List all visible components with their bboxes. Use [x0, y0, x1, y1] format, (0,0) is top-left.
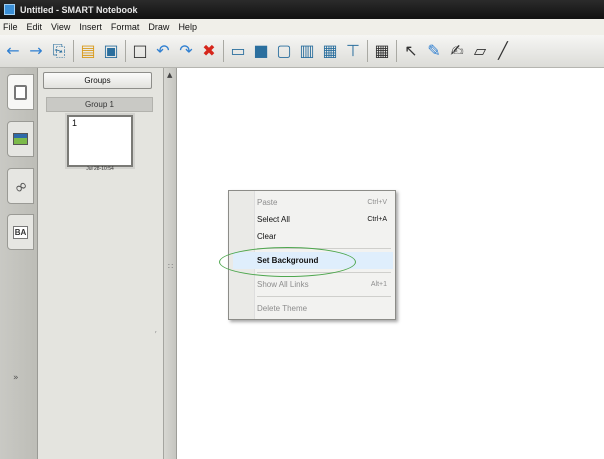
delete-icon[interactable]: ✖: [199, 40, 219, 62]
menu-format[interactable]: Format: [111, 22, 140, 32]
page-add-icon[interactable]: ⎘: [49, 40, 69, 62]
menu-item-label: Clear: [257, 232, 277, 241]
menu-separator: [257, 296, 391, 297]
groups-button[interactable]: Groups: [43, 72, 152, 89]
paperclip-icon: ∞: [9, 174, 32, 198]
open-folder-icon[interactable]: ▤: [78, 40, 98, 62]
menu-file[interactable]: File: [3, 22, 18, 32]
menu-item-paste[interactable]: Paste Ctrl+V: [257, 194, 393, 211]
screen-shade-icon[interactable]: ▭: [228, 40, 248, 62]
toolbar-separator: [367, 40, 368, 62]
smart-notebook-app-icon: [4, 4, 15, 15]
menu-item-show-all-links[interactable]: Show All Links Alt+1: [257, 276, 393, 293]
document-camera-icon[interactable]: ⊤: [343, 40, 363, 62]
back-arrow-icon[interactable]: ←: [3, 40, 23, 62]
properties-icon: BA: [12, 225, 29, 239]
title-bar: Untitled - SMART Notebook: [0, 0, 604, 19]
creative-pen-icon[interactable]: ✍: [447, 40, 467, 62]
dual-page-icon[interactable]: ▥: [297, 40, 317, 62]
full-screen-icon[interactable]: ▢: [274, 40, 294, 62]
paste-icon[interactable]: □: [130, 40, 150, 62]
menu-item-delete-theme[interactable]: Delete Theme: [257, 300, 393, 317]
highlight-ellipse: [219, 247, 356, 277]
menu-insert[interactable]: Insert: [79, 22, 102, 32]
menu-draw[interactable]: Draw: [148, 22, 169, 32]
gallery-tab[interactable]: [7, 121, 34, 157]
redo-icon[interactable]: ↷: [176, 40, 196, 62]
undo-icon[interactable]: ↶: [153, 40, 173, 62]
menu-item-label: Select All: [257, 215, 290, 224]
collapse-arrow-icon[interactable]: ▲: [167, 71, 172, 79]
resize-handle-icon[interactable]: ′: [155, 330, 157, 339]
panel-splitter[interactable]: ▲ ∷: [164, 68, 177, 459]
line-icon[interactable]: ╱: [493, 40, 513, 62]
forward-arrow-icon[interactable]: →: [26, 40, 46, 62]
toolbar-separator: [73, 40, 74, 62]
menu-item-label: Paste: [257, 198, 278, 207]
gallery-icon: [13, 133, 28, 145]
select-arrow-icon[interactable]: ↖: [401, 40, 421, 62]
splitter-grip-icon[interactable]: ∷: [168, 262, 173, 271]
page-sorter-tab[interactable]: [7, 74, 34, 110]
expand-icon[interactable]: »: [13, 373, 19, 383]
menu-edit[interactable]: Edit: [27, 22, 43, 32]
show-projector-icon[interactable]: ■: [251, 40, 271, 62]
page-thumbnail[interactable]: 1: [67, 115, 133, 167]
save-icon[interactable]: ▣: [101, 40, 121, 62]
eraser-icon[interactable]: ▱: [470, 40, 490, 62]
menu-item-shortcut: Alt+1: [370, 281, 387, 288]
menu-bar: File Edit View Insert Format Draw Help: [0, 19, 604, 35]
side-tabs: ∞ BA »: [0, 68, 38, 459]
window-title: Untitled - SMART Notebook: [20, 4, 138, 15]
toolbar: ← → ⎘ ▤ ▣ □ ↶ ↷ ✖ ▭ ■ ▢ ▥ ▦ ⊤ ▦ ↖ ✎ ✍ ▱ …: [0, 35, 604, 68]
menu-item-label: Show All Links: [257, 280, 309, 289]
menu-item-select-all[interactable]: Select All Ctrl+A: [257, 211, 393, 228]
group-header[interactable]: Group 1: [46, 97, 153, 112]
toolbar-separator: [396, 40, 397, 62]
menu-item-shortcut: Ctrl+A: [367, 216, 387, 223]
toolbar-separator: [223, 40, 224, 62]
menu-view[interactable]: View: [51, 22, 70, 32]
menu-help[interactable]: Help: [178, 22, 197, 32]
attachments-tab[interactable]: ∞: [7, 168, 34, 204]
menu-item-shortcut: Ctrl+V: [367, 199, 387, 206]
capture-icon[interactable]: ▦: [320, 40, 340, 62]
thumbnail-date: Jul 28-10:54: [86, 166, 114, 172]
page-sorter-icon: [14, 84, 27, 100]
table-icon[interactable]: ▦: [372, 40, 392, 62]
menu-item-clear[interactable]: Clear: [257, 228, 393, 245]
toolbar-separator: [125, 40, 126, 62]
page-sorter-panel: Groups Group 1 1 Jul 28-10:54 ′: [38, 68, 164, 459]
menu-item-label: Delete Theme: [257, 304, 308, 313]
pen-icon[interactable]: ✎: [424, 40, 444, 62]
properties-tab[interactable]: BA: [7, 214, 34, 250]
page-number: 1: [72, 118, 78, 128]
